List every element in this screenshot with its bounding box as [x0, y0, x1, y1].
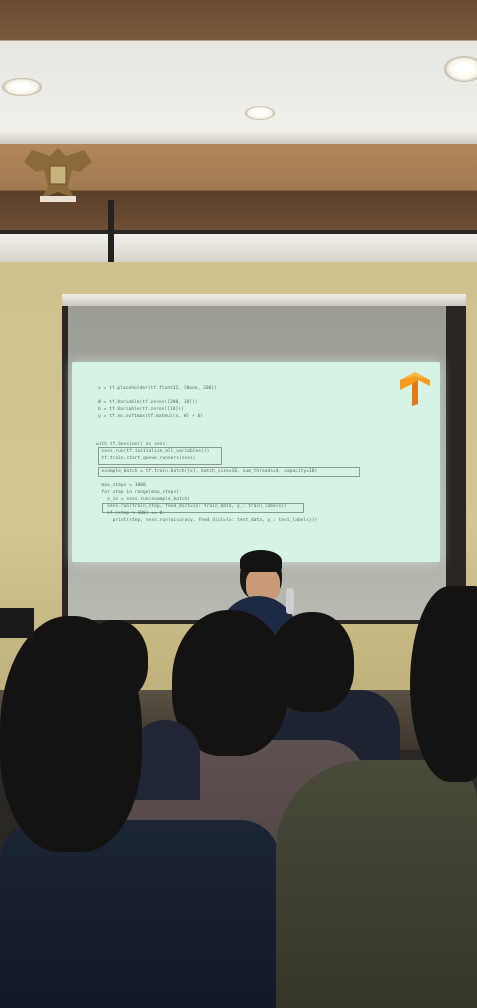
audience-head: [410, 586, 477, 782]
audience-head: [0, 616, 142, 852]
tensorflow-logo-icon: [400, 372, 430, 406]
code-line: example_batch = tf.train.batch([x], batc…: [96, 469, 318, 474]
code-line: y = tf.nn.softmax(tf.matmul(x, W) + b): [98, 414, 204, 419]
code-line: print(step, sess.run(accuracy, feed_dict…: [96, 518, 318, 523]
ceiling-beam: [0, 234, 477, 262]
code-line: sess.run(tf.initialize_all_variables()): [96, 449, 210, 454]
audience-member: [276, 760, 477, 1008]
code-line: x_in = sess.run(example_batch): [96, 497, 191, 502]
slide: x = tf.placeholder(tf.float32, [None, 20…: [72, 362, 440, 562]
code-line: W = tf.Variable(tf.zeros([200, 10])): [98, 400, 198, 405]
audience-member: [0, 820, 280, 1008]
code-line: if (step % 100) == 0:: [96, 511, 166, 516]
code-line: b = tf.Variable(tf.zeros([10])): [98, 407, 184, 412]
speaker-hair: [240, 550, 282, 572]
code-line: sess.run(train_step, feed_dict={x: train…: [96, 504, 287, 509]
ceiling-light: [2, 78, 42, 96]
ceiling-light: [444, 56, 477, 82]
ceiling-light: [245, 106, 275, 120]
code-line: x = tf.placeholder(tf.float32, [None, 20…: [98, 386, 217, 391]
garuda-emblem-icon: [24, 148, 92, 202]
code-line: max_steps = 1000: [96, 483, 146, 488]
code-line: for step in range(max_steps):: [96, 490, 182, 495]
code-line: tf.train.start_queue_runners(sess): [96, 456, 196, 461]
microphone: [286, 588, 294, 614]
screen-housing: [62, 294, 466, 306]
speaker-monitor: [0, 608, 34, 638]
